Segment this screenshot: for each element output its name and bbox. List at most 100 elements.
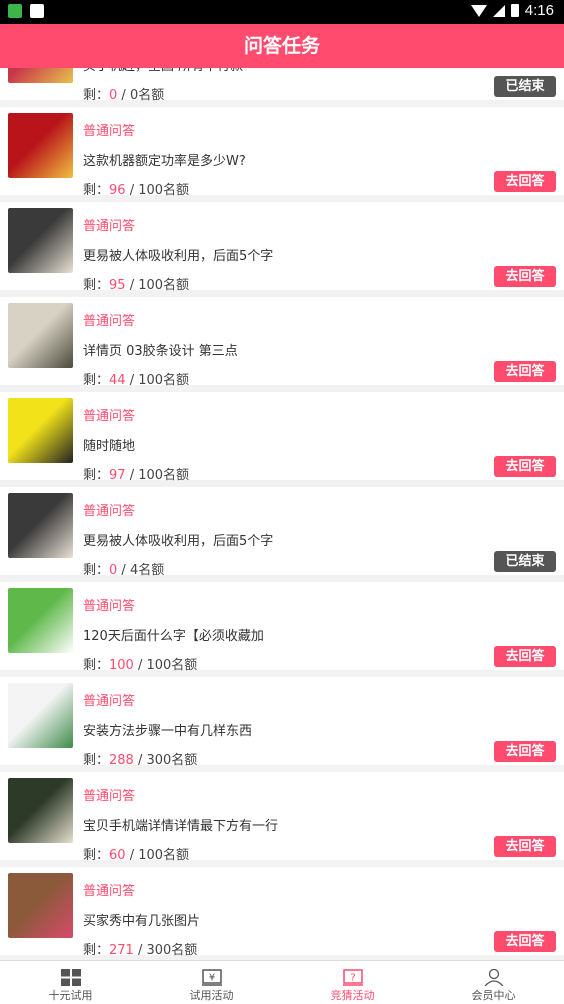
- grid-icon: [60, 969, 81, 986]
- list-item[interactable]: 普通问答随时随地剩：97 / 100名额 去回答: [0, 392, 564, 483]
- remaining-quota: 剩：0 / 4名额: [83, 559, 164, 578]
- task-type-label: 普通问答: [83, 599, 136, 614]
- remaining-quota: 剩：96 / 100名额: [83, 179, 189, 198]
- remaining-label: 剩：: [83, 848, 110, 863]
- task-question: 详情页 03胶条设计 第三点: [83, 344, 238, 359]
- tab-yen[interactable]: ¥ 试用活动: [141, 961, 282, 1004]
- product-thumbnail[interactable]: [8, 588, 73, 653]
- remaining-count: 60: [109, 848, 126, 863]
- signal-icon: [492, 4, 505, 17]
- task-question: 安装方法步骤一中有几样东西: [83, 724, 253, 739]
- remaining-quota: 剩：60 / 100名额: [83, 844, 189, 863]
- product-thumbnail[interactable]: [8, 398, 73, 463]
- list-item[interactable]: 普通问答 这款机器额定功率是多少W? 剩：96 / 100名额 去回答: [0, 107, 564, 198]
- task-type-label: 普通问答: [83, 884, 136, 899]
- task-question: 买家秀中有几张图片: [83, 914, 201, 929]
- product-thumbnail[interactable]: [8, 493, 73, 558]
- tab-label: 试用活动: [189, 989, 234, 1002]
- remaining-quota: 剩：0 / 0名额: [83, 84, 164, 103]
- remaining-label: 剩：: [83, 563, 110, 578]
- tab-user[interactable]: 会员中心: [423, 961, 564, 1004]
- remaining-count: 97: [109, 468, 126, 483]
- total-quota: / 100名额: [125, 373, 190, 388]
- task-type-label: 普通问答: [83, 219, 136, 234]
- remaining-label: 剩：: [83, 753, 110, 768]
- list-item[interactable]: 普通问答 更易被人体吸收利用，后面5个字 剩：0 / 4名额 已结束: [0, 487, 564, 578]
- svg-text:¥: ¥: [208, 973, 214, 984]
- total-quota: / 300名额: [133, 753, 198, 768]
- remaining-count: 288: [109, 753, 134, 768]
- product-thumbnail[interactable]: [8, 303, 73, 368]
- remaining-quota: 剩：95 / 100名额: [83, 274, 189, 293]
- total-quota: / 100名额: [125, 183, 190, 198]
- list-item[interactable]: 普通问答买家秀中有几张图片 剩：271 / 300名额 去回答: [0, 867, 564, 958]
- list-item[interactable]: 买手机赶，全国·所有平行款剩：0 / 0名额 已结束: [0, 68, 564, 103]
- total-quota: / 0名额: [117, 88, 165, 103]
- answer-button[interactable]: 去回答: [494, 741, 556, 762]
- task-question: 120天后面什么字【必须收藏加: [83, 629, 264, 644]
- tab-label: 十元试用: [48, 989, 93, 1002]
- answer-button[interactable]: 去回答: [494, 456, 556, 477]
- ended-badge: 已结束: [494, 76, 556, 97]
- product-thumbnail[interactable]: [8, 873, 73, 938]
- remaining-label: 剩：: [83, 373, 110, 388]
- yen-icon: ¥: [201, 969, 222, 986]
- answer-button[interactable]: 去回答: [494, 171, 556, 192]
- bottom-tab-bar: 十元试用 ¥ 试用活动 ? 竞猜活动 会员中心: [0, 960, 564, 1004]
- remaining-label: 剩：: [83, 658, 110, 673]
- remaining-quota: 剩：44 / 100名额: [83, 369, 189, 388]
- task-type-label: 普通问答: [83, 409, 136, 424]
- task-question: 更易被人体吸收利用，后面5个字: [83, 534, 274, 549]
- remaining-label: 剩：: [83, 183, 110, 198]
- remaining-label: 剩：: [83, 278, 110, 293]
- task-question: 这款机器额定功率是多少W?: [83, 154, 246, 169]
- remaining-count: 96: [109, 183, 126, 198]
- product-thumbnail[interactable]: [8, 68, 73, 83]
- product-thumbnail[interactable]: [8, 113, 73, 178]
- total-quota: / 100名额: [125, 468, 190, 483]
- answer-button[interactable]: 去回答: [494, 266, 556, 287]
- answer-button[interactable]: 去回答: [494, 931, 556, 952]
- list-item[interactable]: 普通问答 更易被人体吸收利用，后面5个字 剩：95 / 100名额 去回答: [0, 202, 564, 293]
- remaining-quota: 剩：288 / 300名额: [83, 749, 197, 768]
- tab-label: 会员中心: [471, 989, 516, 1002]
- task-question: 宝贝手机端详情详情最下方有一行: [83, 819, 279, 834]
- app-notification-icon: [8, 4, 22, 18]
- remaining-quota: 剩：100 / 100名额: [83, 654, 197, 673]
- answer-button[interactable]: 去回答: [494, 836, 556, 857]
- total-quota: / 100名额: [125, 278, 190, 293]
- remaining-label: 剩：: [83, 943, 110, 958]
- page-title: 问答任务: [0, 24, 564, 68]
- wifi-icon: [470, 4, 487, 17]
- tab-grid[interactable]: 十元试用: [0, 961, 141, 1004]
- list-item[interactable]: 普通问答 120天后面什么字【必须收藏加 剩：100 / 100名额 去回答: [0, 582, 564, 673]
- total-quota: / 100名额: [133, 658, 198, 673]
- task-list[interactable]: 买手机赶，全国·所有平行款剩：0 / 0名额 已结束普通问答 这款机器额定功率是多少…: [0, 68, 564, 960]
- remaining-quota: 剩：97 / 100名额: [83, 464, 189, 483]
- list-item[interactable]: 普通问答 详情页 03胶条设计 第三点 剩：44 / 100名额 去回答: [0, 297, 564, 388]
- remaining-count: 44: [109, 373, 126, 388]
- total-quota: / 300名额: [133, 943, 198, 958]
- remaining-label: 剩：: [83, 88, 110, 103]
- product-thumbnail[interactable]: [8, 778, 73, 843]
- clock: 4:16: [524, 2, 554, 19]
- answer-button[interactable]: 去回答: [494, 646, 556, 667]
- user-icon: [484, 968, 504, 987]
- list-item[interactable]: 普通问答 安装方法步骤一中有几样东西 剩：288 / 300名额 去回答: [0, 677, 564, 768]
- remaining-count: 100: [109, 658, 134, 673]
- task-question: 买手机赶，全国·所有平行款: [83, 68, 243, 74]
- task-question: 随时随地: [83, 439, 136, 454]
- total-quota: / 100名额: [125, 848, 190, 863]
- task-type-label: 普通问答: [83, 789, 136, 804]
- answer-button[interactable]: 去回答: [494, 361, 556, 382]
- remaining-count: 271: [109, 943, 134, 958]
- remaining-count: 95: [109, 278, 126, 293]
- product-thumbnail[interactable]: [8, 208, 73, 273]
- task-type-label: 普通问答: [83, 314, 136, 329]
- task-type-label: 普通问答: [83, 694, 136, 709]
- question-icon: ?: [342, 969, 363, 986]
- product-thumbnail[interactable]: [8, 683, 73, 748]
- status-bar: 4:16: [0, 0, 564, 24]
- tab-question[interactable]: ? 竞猜活动: [282, 961, 423, 1004]
- list-item[interactable]: 普通问答 宝贝手机端详情详情最下方有一行 剩：60 / 100名额 去回答: [0, 772, 564, 863]
